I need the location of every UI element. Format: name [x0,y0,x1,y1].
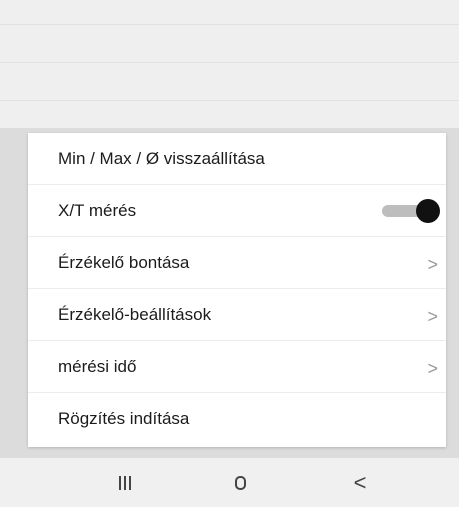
back-button[interactable]: < [330,458,390,507]
menu-item-xt-measurement[interactable]: X/T mérés [28,185,446,237]
home-icon [234,475,246,490]
menu-item-sensor-settings[interactable]: Érzékelő-beállítások > [28,289,446,341]
chevron-right-icon: > [427,254,438,275]
chevron-right-icon: > [427,306,438,327]
menu-item-label: X/T mérés [58,200,137,220]
screen: Min / Max / Ø visszaállítása X/T mérés É… [0,0,459,507]
recents-button[interactable] [95,458,155,507]
menu-item-disconnect-sensor[interactable]: Érzékelő bontása > [28,237,446,289]
xt-measurement-toggle[interactable] [382,198,440,223]
background-header [0,0,459,128]
chevron-right-icon: > [427,358,438,379]
recents-icon [119,475,131,490]
menu-item-reset-min-max-avg[interactable]: Min / Max / Ø visszaállítása [28,133,446,185]
menu-item-label: Érzékelő bontása [58,252,190,272]
toggle-knob [416,198,440,223]
back-icon: < [353,469,367,495]
menu-item-label: Érzékelő-beállítások [58,304,212,324]
system-navigation-bar: < [0,458,459,507]
menu-item-label: Rögzítés indítása [58,409,190,428]
menu-item-measurement-time[interactable]: mérési idő > [28,341,446,393]
home-button[interactable] [210,458,270,507]
menu-item-label: mérési idő [58,356,137,376]
menu-item-start-recording[interactable]: Rögzítés indítása [28,393,446,445]
menu-item-label: Min / Max / Ø visszaállítása [58,148,265,168]
options-menu: Min / Max / Ø visszaállítása X/T mérés É… [28,133,446,447]
